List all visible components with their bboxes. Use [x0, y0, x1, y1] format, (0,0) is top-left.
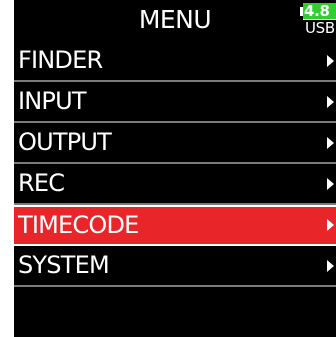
play-arrow-icon [327, 260, 334, 272]
menu-item-label: FINDER [18, 46, 103, 74]
menu-item-timecode[interactable]: TIMECODE [14, 205, 336, 246]
menu-header: MENU 4.8 USB [14, 0, 336, 40]
menu-item-rec[interactable]: REC [14, 164, 336, 205]
play-arrow-icon [327, 137, 334, 149]
menu-list: FINDER INPUT OUTPUT REC TIMECODE SYSTEM [14, 41, 336, 287]
menu-item-finder[interactable]: FINDER [14, 41, 336, 82]
menu-item-label: OUTPUT [18, 128, 112, 156]
lcd-display: MENU 4.8 USB FINDER INPUT OUTPUT REC TIM… [14, 0, 336, 337]
device-screen: MENU 4.8 USB FINDER INPUT OUTPUT REC TIM… [0, 0, 336, 337]
play-arrow-icon [327, 219, 334, 231]
power-source-label: USB [305, 19, 335, 37]
page-title: MENU [138, 5, 212, 34]
battery-indicator: 4.8 USB [300, 2, 336, 37]
menu-item-label: TIMECODE [18, 211, 139, 239]
menu-item-output[interactable]: OUTPUT [14, 123, 336, 164]
menu-item-input[interactable]: INPUT [14, 82, 336, 123]
menu-item-system[interactable]: SYSTEM [14, 246, 336, 287]
menu-item-label: INPUT [18, 87, 87, 115]
play-arrow-icon [327, 55, 334, 67]
menu-item-label: SYSTEM [18, 251, 110, 279]
menu-item-label: REC [18, 169, 65, 197]
play-arrow-icon [327, 96, 334, 108]
play-arrow-icon [327, 178, 334, 190]
